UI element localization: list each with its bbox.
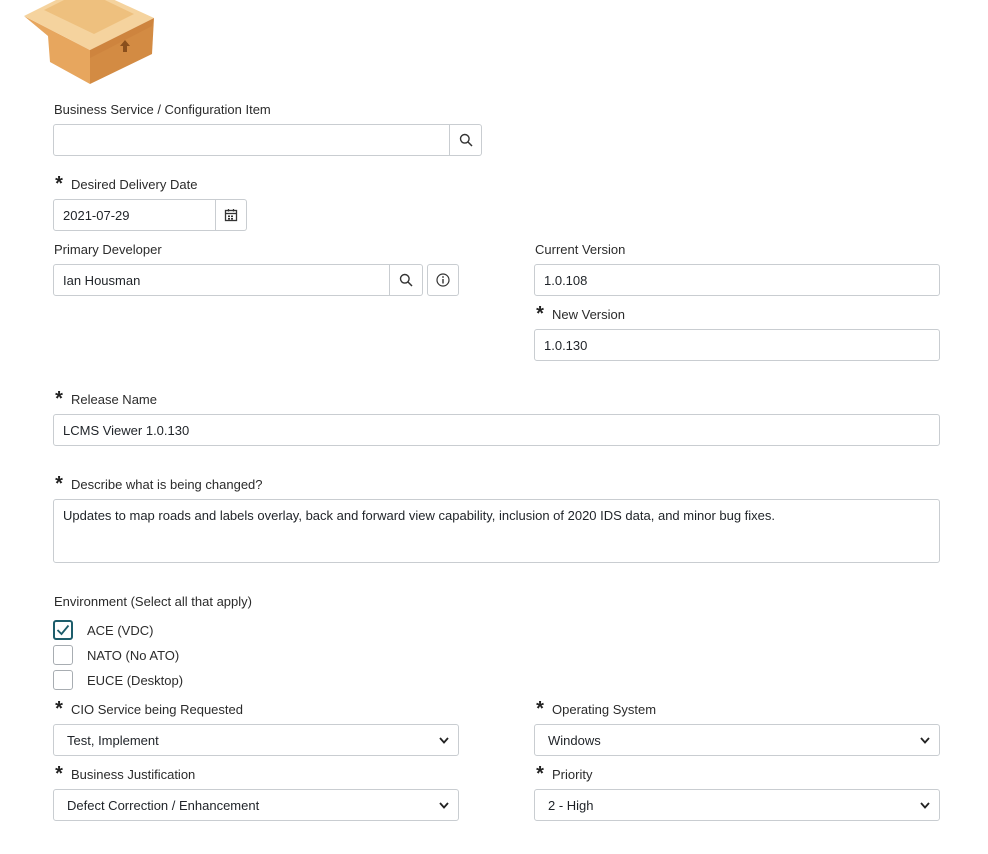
primary-developer-label-text: Primary Developer — [54, 241, 162, 257]
description-value: Updates to map roads and labels overlay,… — [63, 508, 776, 523]
priority-select[interactable]: 2 - High — [534, 789, 940, 821]
delivery-date-picker: 2021-07-29 — [53, 199, 247, 231]
business-justification-label-text: Business Justification — [71, 766, 196, 782]
nato-checkbox-label: NATO (No ATO) — [87, 647, 180, 663]
chevron-down-icon — [920, 802, 930, 809]
delivery-date-input[interactable]: 2021-07-29 — [53, 199, 216, 231]
required-icon: * — [55, 172, 63, 195]
package-box-icon — [24, 0, 156, 84]
calendar-icon — [224, 209, 238, 222]
release-name-input[interactable]: LCMS Viewer 1.0.130 — [53, 414, 940, 446]
business-service-lookup — [53, 124, 482, 156]
cio-service-label-text: CIO Service being Requested — [71, 701, 243, 717]
operating-system-label-text: Operating System — [552, 701, 657, 717]
calendar-button[interactable] — [216, 199, 247, 231]
business-justification-select[interactable]: Defect Correction / Enhancement — [53, 789, 459, 821]
search-icon — [399, 273, 413, 287]
operating-system-value: Windows — [548, 732, 601, 748]
checkmark-icon — [56, 624, 70, 636]
release-name-label-text: Release Name — [71, 391, 157, 407]
primary-developer-input[interactable]: Ian Housman — [53, 264, 390, 296]
priority-label: * Priority — [534, 762, 593, 785]
primary-developer-label: Primary Developer — [54, 241, 162, 257]
description-label: * Describe what is being changed? — [53, 472, 263, 495]
new-version-label: * New Version — [534, 302, 625, 325]
priority-label-text: Priority — [552, 766, 593, 782]
business-service-label: Business Service / Configuration Item — [54, 101, 271, 117]
ace-checkbox-label: ACE (VDC) — [87, 622, 154, 638]
cio-service-label: * CIO Service being Requested — [53, 697, 243, 720]
description-label-text: Describe what is being changed? — [71, 476, 263, 492]
required-icon: * — [55, 472, 63, 495]
environment-option-nato[interactable]: NATO (No ATO) — [53, 645, 179, 665]
new-version-label-text: New Version — [552, 306, 625, 322]
cio-service-select[interactable]: Test, Implement — [53, 724, 459, 756]
delivery-date-label: * Desired Delivery Date — [53, 172, 198, 195]
chevron-down-icon — [920, 737, 930, 744]
environment-option-ace[interactable]: ACE (VDC) — [53, 620, 153, 640]
required-icon: * — [536, 697, 544, 720]
required-icon: * — [55, 762, 63, 785]
business-justification-label: * Business Justification — [53, 762, 196, 785]
ace-checkbox[interactable] — [53, 620, 73, 640]
new-version-value: 1.0.130 — [544, 337, 588, 353]
euce-checkbox-label: EUCE (Desktop) — [87, 672, 184, 688]
delivery-date-label-text: Desired Delivery Date — [71, 176, 198, 192]
current-version-label: Current Version — [535, 241, 625, 257]
chevron-down-icon — [439, 802, 449, 809]
business-service-search-button[interactable] — [450, 124, 482, 156]
release-name-label: * Release Name — [53, 387, 157, 410]
required-icon: * — [55, 387, 63, 410]
priority-value: 2 - High — [548, 797, 594, 813]
cio-service-value: Test, Implement — [67, 732, 159, 748]
info-icon — [436, 273, 450, 287]
operating-system-select[interactable]: Windows — [534, 724, 940, 756]
environment-label-text: Environment (Select all that apply) — [54, 593, 252, 609]
primary-developer-value: Ian Housman — [63, 272, 141, 288]
nato-checkbox[interactable] — [53, 645, 73, 665]
current-version-label-text: Current Version — [535, 241, 626, 257]
current-version-value: 1.0.108 — [544, 272, 588, 288]
chevron-down-icon — [439, 737, 449, 744]
required-icon: * — [55, 697, 63, 720]
business-justification-value: Defect Correction / Enhancement — [67, 797, 260, 813]
current-version-input[interactable]: 1.0.108 — [534, 264, 940, 296]
business-service-input[interactable] — [53, 124, 450, 156]
required-icon: * — [536, 762, 544, 785]
environment-label: Environment (Select all that apply) — [54, 593, 252, 609]
euce-checkbox[interactable] — [53, 670, 73, 690]
primary-developer-search-button[interactable] — [390, 264, 423, 296]
primary-developer-lookup: Ian Housman — [53, 264, 423, 296]
new-version-input[interactable]: 1.0.130 — [534, 329, 940, 361]
release-name-value: LCMS Viewer 1.0.130 — [63, 422, 190, 438]
environment-option-euce[interactable]: EUCE (Desktop) — [53, 670, 183, 690]
description-textarea[interactable]: Updates to map roads and labels overlay,… — [53, 499, 940, 563]
delivery-date-value: 2021-07-29 — [63, 207, 130, 223]
operating-system-label: * Operating System — [534, 697, 657, 720]
business-service-label-text: Business Service / Configuration Item — [54, 101, 271, 117]
search-icon — [459, 133, 473, 147]
primary-developer-info-button[interactable] — [427, 264, 459, 296]
required-icon: * — [536, 302, 544, 325]
